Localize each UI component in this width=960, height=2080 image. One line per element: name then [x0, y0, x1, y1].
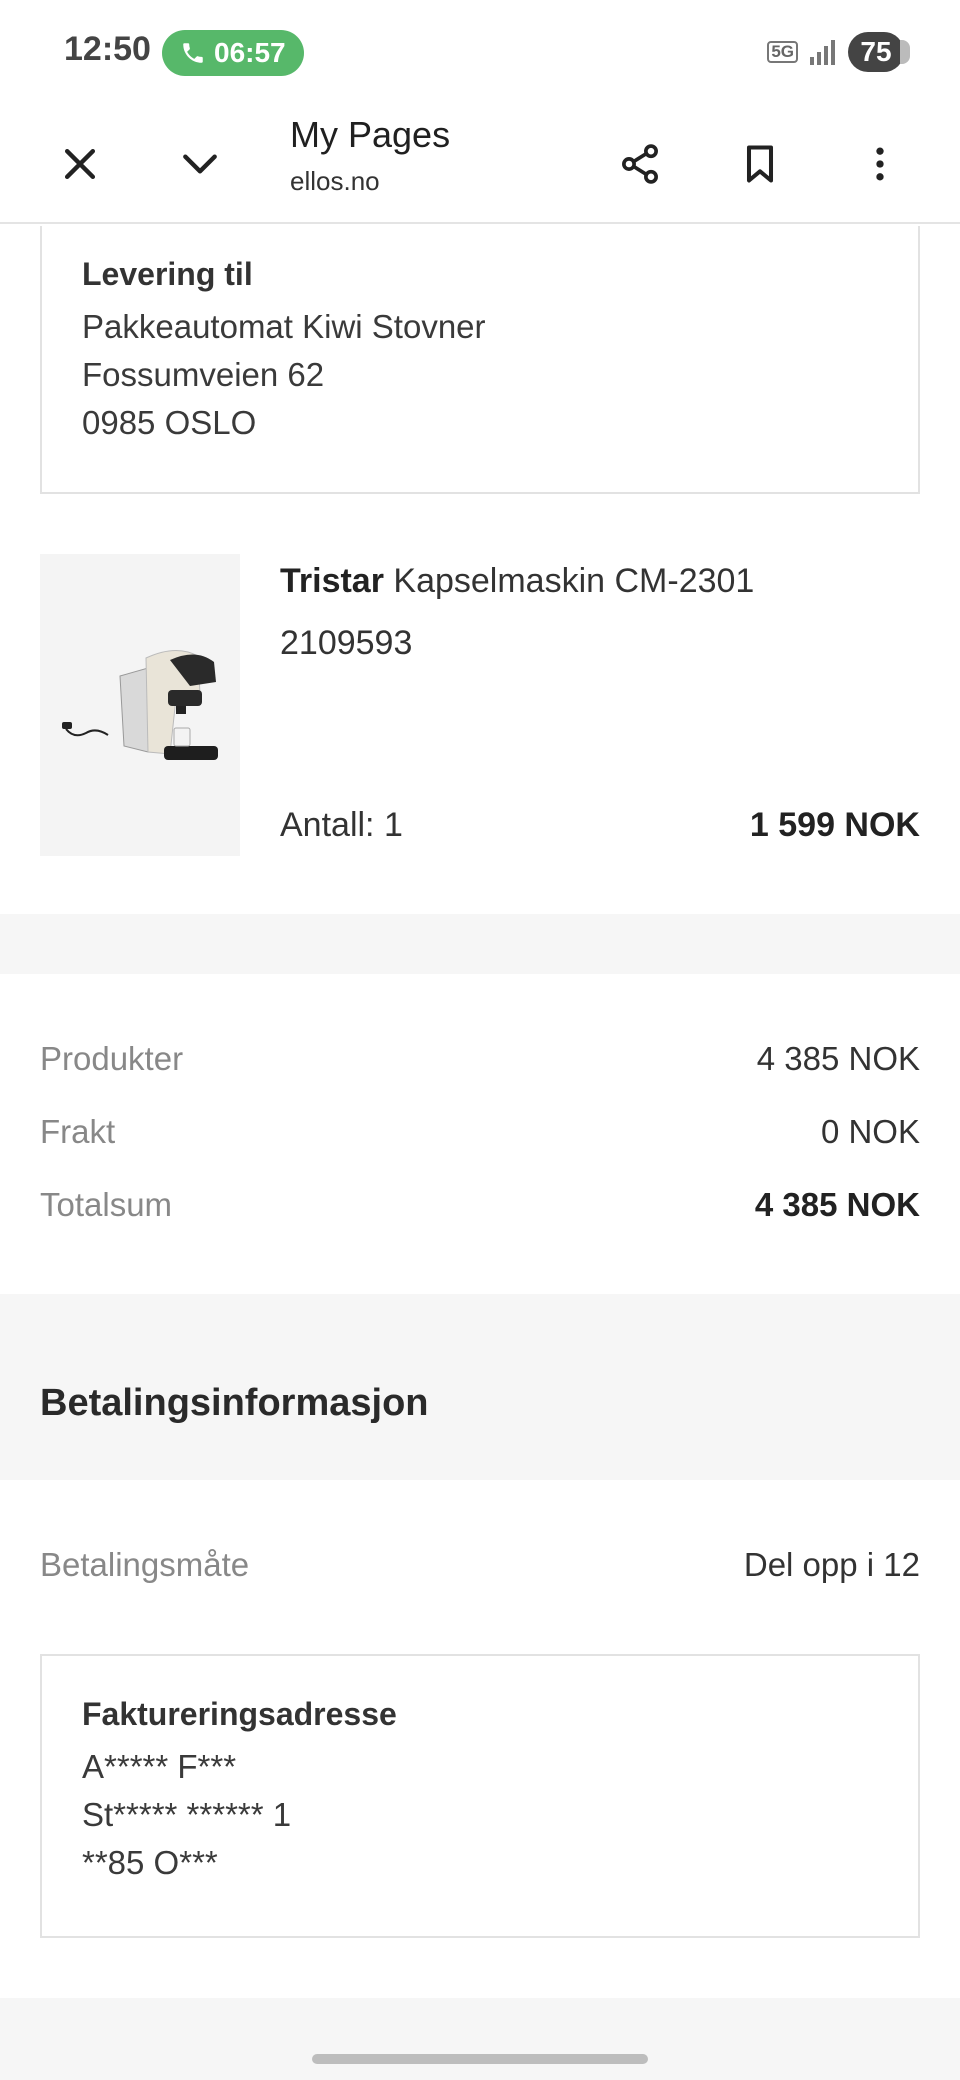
- product-image[interactable]: [40, 554, 240, 856]
- billing-title: Faktureringsadresse: [82, 1696, 397, 1732]
- billing-line-1: A***** F***: [82, 1748, 237, 1785]
- bookmark-icon: [746, 145, 774, 183]
- status-bar: 12:50 06:57 5G 75: [0, 0, 960, 104]
- close-button[interactable]: [40, 124, 120, 204]
- payment-section-header: Betalingsinformasjon: [0, 1294, 960, 1480]
- phone-icon: [183, 43, 203, 63]
- ongoing-call-pill[interactable]: 06:57: [162, 30, 304, 76]
- battery-icon: 75: [848, 32, 910, 72]
- summary-total-label: Totalsum: [40, 1186, 173, 1223]
- payment-method-label: Betalingsmåte: [40, 1546, 250, 1583]
- share-button[interactable]: [600, 124, 680, 204]
- payment-section-title: Betalingsinformasjon: [40, 1382, 429, 1424]
- billing-line-2: St***** ****** 1: [82, 1796, 292, 1833]
- call-timer: 06:57: [214, 37, 286, 68]
- bookmark-button[interactable]: [720, 124, 800, 204]
- payment-method-row: Betalingsmåte Del opp i 12: [40, 1546, 920, 1588]
- product-brand: Tristar: [280, 562, 384, 600]
- summary-products-label: Produkter: [40, 1040, 184, 1077]
- chevron-down-icon: [183, 154, 217, 174]
- page-title: My Pages: [290, 114, 451, 155]
- share-icon: [622, 144, 658, 184]
- summary-total-value: 4 385 NOK: [754, 1186, 920, 1223]
- payment-method-value: Del opp i 12: [743, 1546, 920, 1583]
- product-price: 1 599 NOK: [749, 806, 920, 844]
- home-indicator[interactable]: [312, 2054, 648, 2064]
- delivery-line-3: 0985 OSLO: [82, 404, 257, 441]
- delivery-address-box: Levering til Pakkeautomat Kiwi Stovner F…: [40, 226, 920, 494]
- page-url: ellos.no: [290, 166, 380, 196]
- delivery-line-2: Fossumveien 62: [82, 356, 325, 393]
- delivery-line-1: Pakkeautomat Kiwi Stovner: [82, 308, 486, 345]
- status-icons: 5G 75: [767, 32, 910, 72]
- more-options-button[interactable]: [840, 124, 920, 204]
- product-quantity: Antall: 1: [280, 806, 403, 844]
- summary-products-row: Produkter 4 385 NOK: [40, 1040, 920, 1082]
- summary-total-row: Totalsum 4 385 NOK: [40, 1186, 920, 1228]
- product-name: Kapselmaskin CM-2301: [383, 562, 755, 600]
- section-divider: [0, 914, 960, 974]
- bottom-band: [0, 1998, 960, 2080]
- browser-toolbar: My Pages ellos.no: [0, 104, 960, 224]
- summary-shipping-value: 0 NOK: [820, 1113, 920, 1150]
- billing-address-box: Faktureringsadresse A***** F*** St***** …: [40, 1654, 920, 1938]
- battery-level: 75: [860, 36, 892, 67]
- network-5g-icon: 5G: [767, 41, 798, 63]
- summary-shipping-row: Frakt 0 NOK: [40, 1113, 920, 1155]
- more-vert-icon: [876, 147, 884, 181]
- status-time: 12:50: [64, 30, 151, 68]
- order-item: Tristar Kapselmaskin CM-2301 2109593 Ant…: [40, 554, 920, 856]
- signal-icon: [810, 40, 835, 65]
- product-title[interactable]: Tristar Kapselmaskin CM-2301: [280, 562, 754, 601]
- product-sku: 2109593: [280, 624, 413, 662]
- summary-shipping-label: Frakt: [40, 1113, 116, 1150]
- summary-products-value: 4 385 NOK: [756, 1040, 920, 1077]
- close-icon: [64, 148, 96, 180]
- billing-line-3: **85 O***: [82, 1844, 218, 1881]
- minimize-button[interactable]: [160, 124, 240, 204]
- delivery-title: Levering til: [82, 256, 253, 292]
- coffee-machine-image: [62, 650, 218, 760]
